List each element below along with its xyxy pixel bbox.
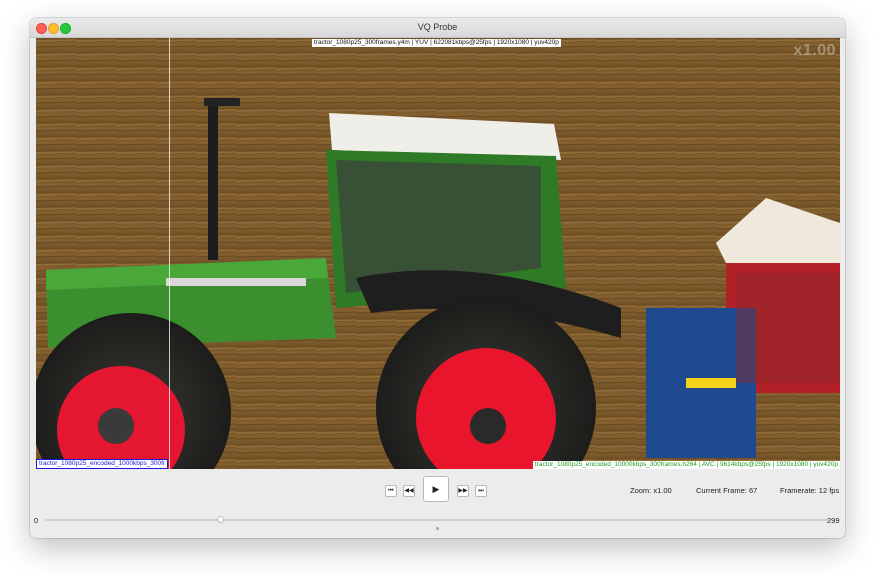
slider-min-label: 0: [34, 516, 39, 525]
current-frame-value: 67: [748, 486, 758, 495]
skip-to-start-button[interactable]: ⏮: [385, 485, 397, 497]
current-frame-readout: Current Frame: 67: [696, 486, 757, 495]
frame-slider-track[interactable]: [45, 519, 828, 521]
window-title: VQ Probe: [417, 22, 458, 32]
frame-slider-thumb[interactable]: [217, 516, 224, 523]
zoom-label: Zoom:: [630, 486, 652, 495]
play-button[interactable]: ▶: [423, 476, 449, 502]
framerate-label: Framerate:: [780, 486, 817, 495]
framerate-readout: Framerate: 12 fps: [780, 486, 839, 495]
right-encode-info-label: tractor_1080p25_encoded_10000kbps_300fra…: [532, 461, 840, 469]
app-window: VQ Probe tractor_1080p25_300frames.y4m |…: [30, 18, 845, 538]
comparison-split-line[interactable]: [169, 38, 170, 469]
source-info-label: tractor_1080p25_300frames.y4m | YUV | 62…: [312, 39, 561, 47]
step-back-icon: ◀◀: [404, 488, 414, 494]
zoom-readout: Zoom: x1.00: [630, 486, 672, 495]
skip-end-icon: ⏭: [478, 488, 484, 494]
skip-start-icon: ⏮: [388, 488, 394, 494]
left-encode-info-label: tractor_1080p25_encoded_1000kbps_300fr: [36, 459, 169, 469]
slider-max-label: 299: [827, 516, 840, 525]
framerate-unit: fps: [829, 486, 840, 495]
framerate-value: 12: [818, 486, 828, 495]
title-bar[interactable]: VQ Probe: [30, 18, 845, 38]
video-viewport[interactable]: tractor_1080p25_300frames.y4m | YUV | 62…: [36, 38, 840, 469]
resize-handle-icon[interactable]: [436, 527, 439, 530]
current-frame-label: Current Frame:: [696, 486, 747, 495]
zoom-watermark: x1.00: [793, 42, 836, 59]
step-forward-icon: ▶▶: [458, 488, 468, 494]
playback-controls: ⏮ ◀◀ ▶ ▶▶ ⏭ Zoom: x1.00 Current Frame: 6…: [30, 469, 845, 538]
play-icon: ▶: [432, 484, 440, 494]
step-back-button[interactable]: ◀◀: [403, 485, 415, 497]
step-forward-button[interactable]: ▶▶: [457, 485, 469, 497]
video-frame-image: [36, 38, 840, 469]
zoom-value: x1.00: [653, 486, 672, 495]
skip-to-end-button[interactable]: ⏭: [475, 485, 487, 497]
